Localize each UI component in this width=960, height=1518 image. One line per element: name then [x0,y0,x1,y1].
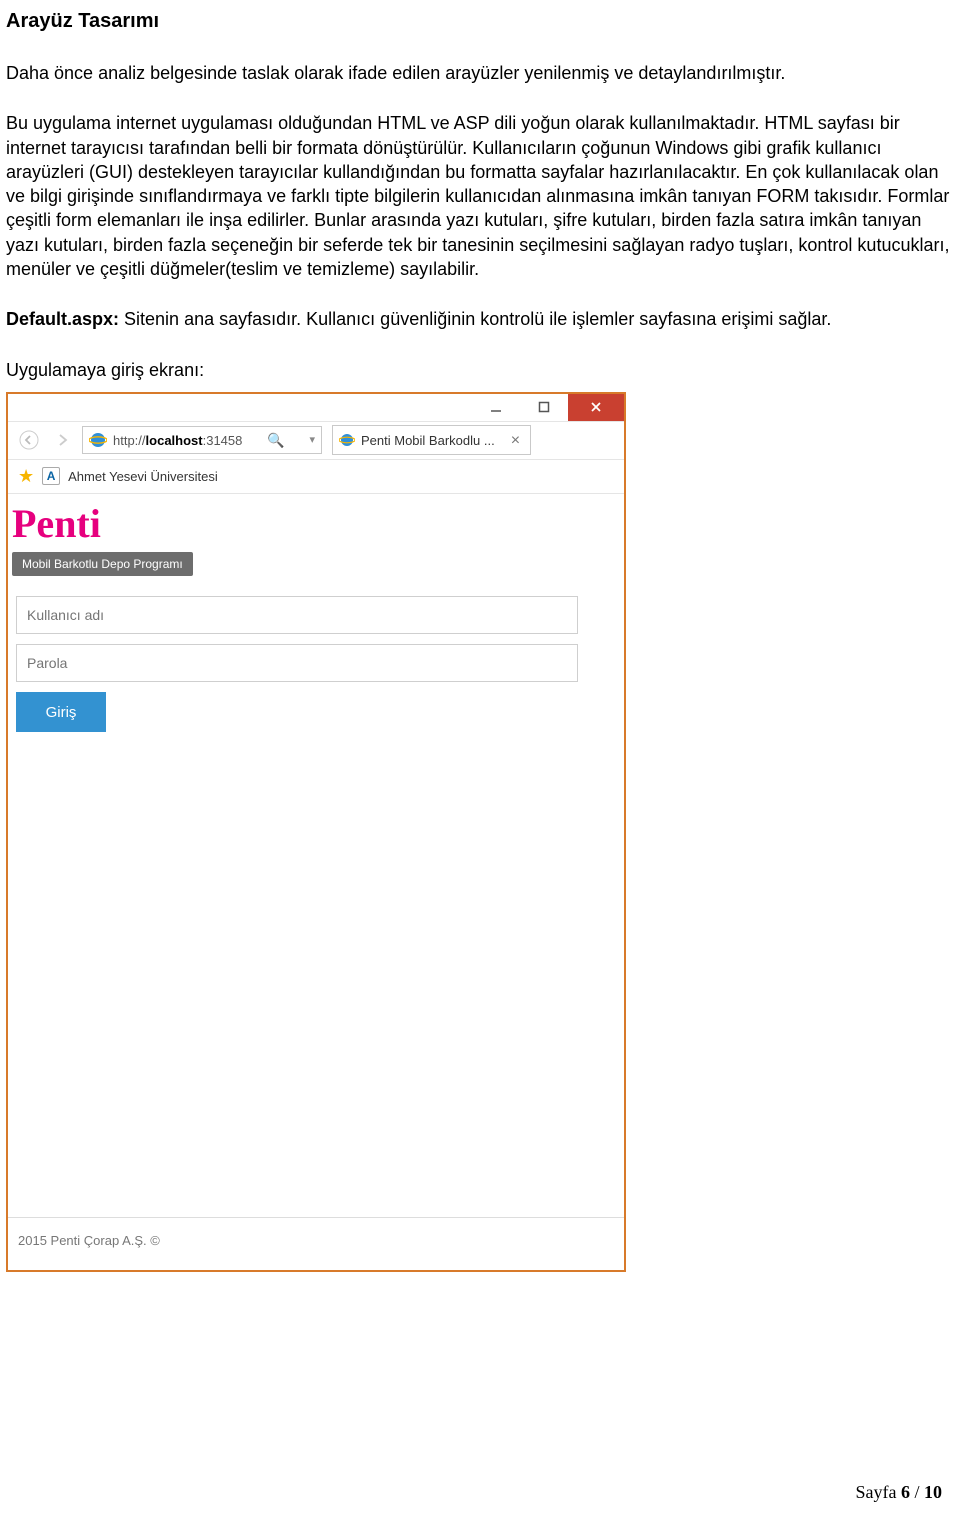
tab-favicon-icon [339,432,355,448]
browser-tab[interactable]: Penti Mobil Barkodlu ... × [332,425,531,455]
page-sep: / [910,1482,924,1502]
username-input[interactable] [16,596,578,634]
default-aspx-text: Sitenin ana sayfasıdır. Kullanıcı güvenl… [124,309,831,329]
url-suffix: :31458 [203,433,243,448]
login-form: Giriş [8,576,588,732]
search-icon[interactable]: 🔍 [267,431,284,450]
paragraph-intro: Daha önce analiz belgesinde taslak olara… [6,61,954,85]
nav-forward-button[interactable] [48,425,78,455]
password-input[interactable] [16,644,578,682]
dropdown-icon[interactable]: ▾ [309,433,315,448]
default-aspx-label: Default.aspx: [6,309,124,329]
arrow-left-icon [19,430,39,450]
address-text: http://localhost:31458 [113,432,242,450]
page-label: Sayfa [856,1482,901,1502]
page-total: 10 [924,1482,942,1502]
favorites-star-icon[interactable]: ★ [18,464,34,488]
paragraph-body: Bu uygulama internet uygulaması olduğund… [6,111,954,281]
maximize-icon [538,401,550,413]
address-bar-row: http://localhost:31458 🔍 ▾ Penti Mobil B… [8,422,624,460]
login-button[interactable]: Giriş [16,692,106,732]
favorites-bar: ★ A Ahmet Yesevi Üniversitesi [8,460,624,494]
minimize-icon [490,401,502,413]
page-number: Sayfa 6 / 10 [856,1480,943,1504]
window-minimize-button[interactable] [472,394,520,421]
address-bar[interactable]: http://localhost:31458 🔍 ▾ [82,426,322,454]
window-maximize-button[interactable] [520,394,568,421]
ie-logo-icon [89,431,107,449]
page-current: 6 [901,1482,910,1502]
paragraph-default-aspx: Default.aspx: Sitenin ana sayfasıdır. Ku… [6,307,954,331]
favorite-site-icon: A [42,467,60,485]
nav-back-button[interactable] [14,425,44,455]
brand-header: Penti Mobil Barkotlu Depo Programı [8,494,624,576]
browser-window: http://localhost:31458 🔍 ▾ Penti Mobil B… [6,392,626,1272]
page-content: Penti Mobil Barkotlu Depo Programı Giriş… [8,494,624,1270]
login-page-footer: 2015 Penti Çorap A.Ş. © [8,1217,624,1270]
url-host: localhost [146,433,203,448]
section-heading: Arayüz Tasarımı [6,8,954,35]
arrow-right-icon [55,432,71,448]
tab-title: Penti Mobil Barkodlu ... [361,432,495,450]
window-close-button[interactable] [568,394,624,421]
window-titlebar [8,394,624,422]
url-prefix: http:// [113,433,146,448]
tab-close-icon[interactable]: × [511,430,520,452]
login-screen-caption: Uygulamaya giriş ekranı: [6,358,954,382]
brand-logo: Penti [12,504,624,544]
favorite-link[interactable]: Ahmet Yesevi Üniversitesi [68,468,218,486]
close-icon [590,401,602,413]
brand-subtitle: Mobil Barkotlu Depo Programı [12,552,193,576]
